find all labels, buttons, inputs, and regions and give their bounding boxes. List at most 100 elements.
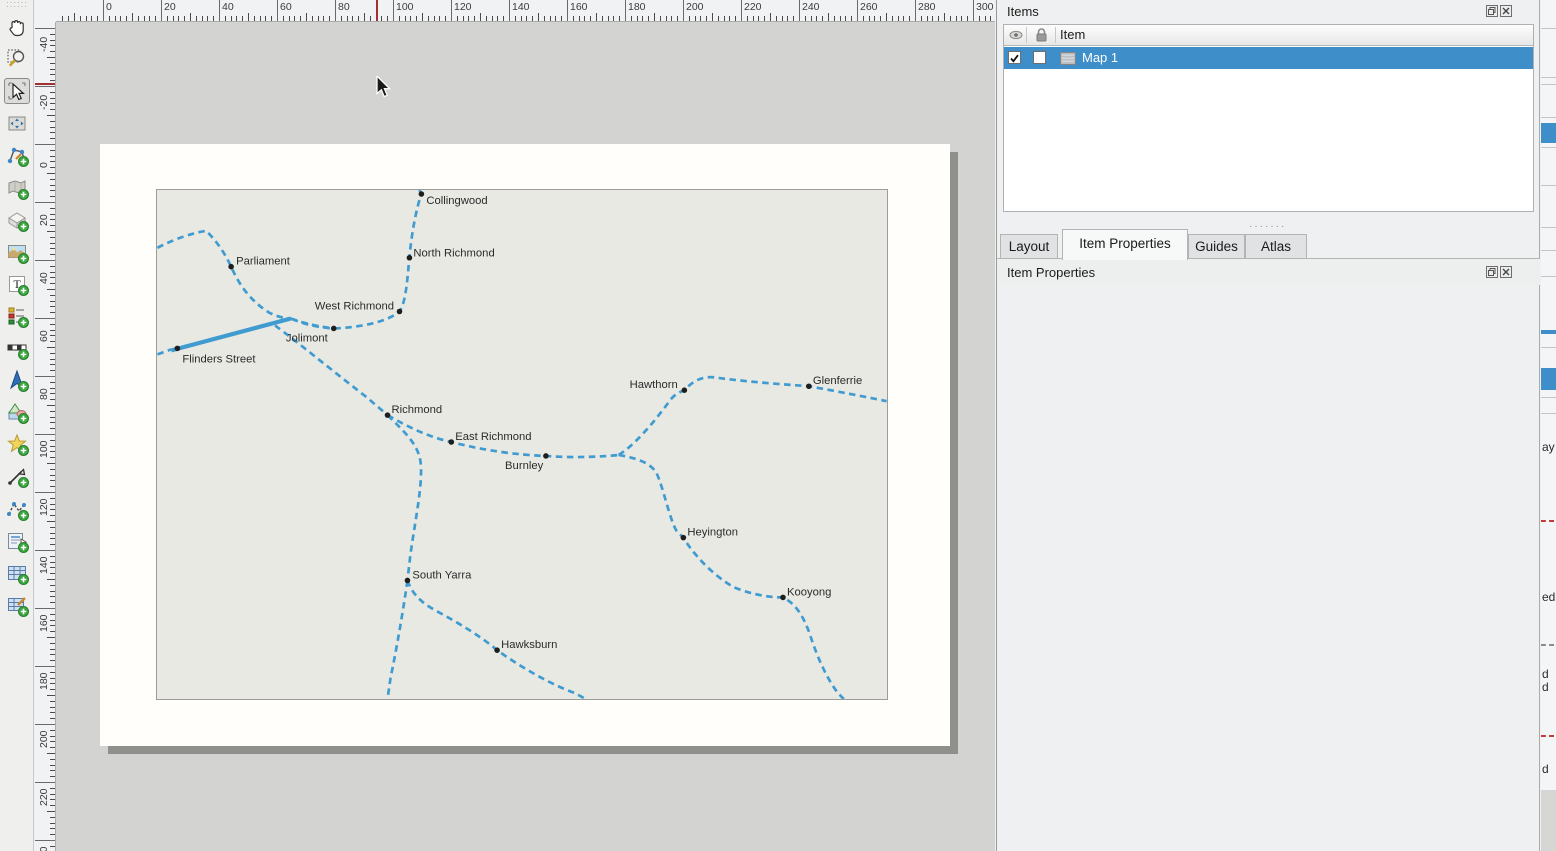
ruler-tick	[758, 16, 759, 21]
ruler-tick	[50, 486, 55, 487]
ruler-tick	[434, 16, 435, 21]
ruler-tick	[50, 382, 55, 383]
item-properties-float-button[interactable]	[1486, 266, 1498, 278]
ruler-tick	[619, 16, 620, 21]
tab-item-properties[interactable]: Item Properties	[1062, 229, 1188, 260]
visibility-checkbox[interactable]	[1008, 51, 1021, 64]
ruler-tick	[631, 16, 632, 21]
add-scalebar-tool[interactable]	[4, 335, 30, 361]
clipped-panel-edge-bottom	[1541, 790, 1556, 851]
ruler-tick	[932, 16, 933, 21]
items-panel-title: Items	[1007, 4, 1039, 19]
ruler-tick	[50, 562, 55, 563]
ruler-major-tick	[35, 840, 55, 841]
pan-tool[interactable]	[4, 14, 30, 40]
clipped-row-border	[1541, 185, 1556, 186]
clipped-red-dash-symbol	[1541, 735, 1554, 737]
ruler-tick	[50, 446, 55, 447]
ruler-tick	[573, 16, 574, 21]
ruler-label: 120	[454, 1, 472, 13]
select-move-item-tool[interactable]	[4, 78, 30, 104]
items-float-button[interactable]	[1486, 5, 1498, 17]
ruler-tick	[927, 16, 928, 21]
clipped-label-fragment: d	[1542, 680, 1549, 694]
ruler-major-tick	[35, 260, 55, 261]
add-shape-tool[interactable]	[4, 399, 30, 425]
ruler-tick	[260, 16, 261, 21]
ruler-tick	[50, 132, 55, 133]
ruler-major-tick	[683, 0, 684, 21]
tab-layout[interactable]: Layout	[1000, 234, 1058, 259]
ruler-label: 20	[164, 1, 176, 13]
ruler-tick	[50, 799, 55, 800]
ruler-tick	[236, 16, 237, 21]
ruler-tick	[486, 16, 487, 21]
ruler-tick	[50, 567, 55, 568]
zoom-tool[interactable]	[4, 46, 30, 72]
ruler-label: 40	[38, 272, 50, 284]
toolbar-drag-handle[interactable]: ····················	[6, 1, 28, 9]
add-fixed-table-tool[interactable]	[4, 592, 30, 618]
ruler-tick	[50, 533, 55, 534]
ruler-tick	[370, 16, 371, 21]
lock-checkbox[interactable]	[1033, 51, 1046, 64]
tab-guides[interactable]: Guides	[1188, 234, 1245, 259]
ruler-tick	[178, 16, 179, 21]
ruler-tick	[50, 208, 55, 209]
tab-atlas[interactable]: Atlas	[1245, 234, 1307, 259]
ruler-tick	[50, 359, 55, 360]
map-item-frame[interactable]: CollingwoodParliamentNorth RichmondWest …	[156, 189, 888, 700]
add-legend-tool[interactable]	[4, 303, 30, 329]
ruler-tick	[115, 16, 116, 21]
ruler-major-tick	[393, 0, 394, 21]
items-tree[interactable]: Item Map 1	[1003, 24, 1534, 212]
ruler-tick	[50, 765, 55, 766]
ruler-tick	[840, 16, 841, 21]
add-label-tool[interactable]: T	[4, 271, 30, 297]
add-3d-map-tool[interactable]	[4, 207, 30, 233]
clipped-label-fragment: d	[1542, 667, 1549, 681]
edit-nodes-item-tool[interactable]	[4, 142, 30, 168]
add-picture-icon	[5, 240, 29, 264]
ruler-tick	[834, 16, 835, 21]
add-north-arrow-tool[interactable]	[4, 367, 30, 393]
item-properties-close-button[interactable]	[1500, 266, 1512, 278]
ruler-tick	[323, 16, 324, 21]
ruler-tick	[155, 16, 156, 21]
rail-line	[407, 580, 585, 699]
ruler-major-tick	[335, 0, 336, 21]
move-item-content-tool[interactable]	[4, 110, 30, 136]
ruler-tick	[50, 591, 55, 592]
ruler-tick	[50, 828, 55, 829]
add-marker-tool[interactable]	[4, 431, 30, 457]
add-node-item-tool[interactable]	[4, 496, 30, 522]
items-close-button[interactable]	[1500, 5, 1512, 17]
layout-canvas[interactable]: CollingwoodParliamentNorth RichmondWest …	[56, 22, 995, 851]
station-dot	[419, 191, 425, 197]
add-arrow-tool[interactable]	[4, 463, 30, 489]
ruler-tick	[457, 16, 458, 21]
layout-page[interactable]: CollingwoodParliamentNorth RichmondWest …	[100, 144, 950, 746]
ruler-tick	[50, 596, 55, 597]
panel-splitter-handle[interactable]: ·······	[1249, 224, 1285, 229]
ruler-label: 80	[38, 388, 50, 400]
ruler-tick	[515, 16, 516, 21]
clipped-row-border	[1541, 84, 1556, 85]
clipped-row-border	[1541, 250, 1556, 251]
ruler-major-tick	[35, 550, 55, 551]
ruler-major-tick	[35, 376, 55, 377]
ruler-tick	[50, 620, 55, 621]
ruler-tick	[532, 16, 533, 21]
add-map-tool[interactable]	[4, 175, 30, 201]
add-attribute-table-tool[interactable]	[4, 560, 30, 586]
clipped-row-border	[1541, 77, 1556, 78]
ruler-label: 0	[106, 1, 112, 13]
add-html-tool[interactable]	[4, 528, 30, 554]
ruler-tick	[544, 16, 545, 21]
ruler-cursor-marker	[376, 0, 378, 22]
add-picture-tool[interactable]	[4, 239, 30, 265]
node-item-icon	[5, 497, 29, 521]
ruler-tick	[47, 347, 55, 348]
item-row-map1[interactable]: Map 1	[1004, 47, 1533, 69]
ruler-label: 200	[38, 730, 50, 748]
